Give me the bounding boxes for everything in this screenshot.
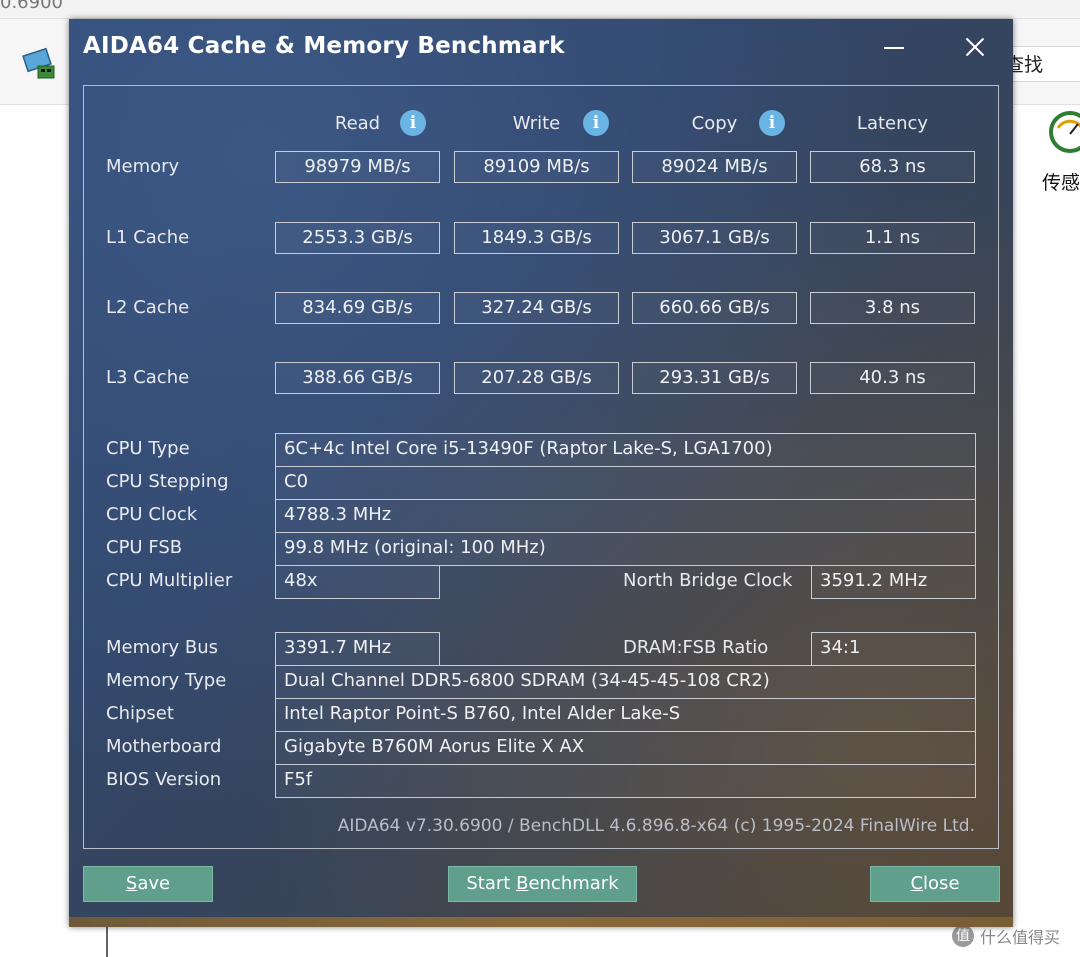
cpu-stepping-label: CPU Stepping — [106, 471, 229, 492]
l3-read-value: 388.66 GB/s — [275, 362, 440, 394]
north-bridge-clock-value: 3591.2 MHz — [811, 565, 976, 599]
motherboard-label: Motherboard — [106, 736, 222, 757]
l1-latency-value: 1.1 ns — [810, 222, 975, 254]
bios-version-value: F5f — [275, 764, 976, 798]
write-info-icon[interactable]: i — [583, 110, 609, 136]
row-label-l1-cache: L1 Cache — [106, 227, 190, 248]
watermark-icon: 值 — [952, 925, 974, 947]
minimize-icon[interactable] — [876, 29, 912, 65]
l2-copy-value: 660.66 GB/s — [632, 292, 797, 324]
north-bridge-clock-label: North Bridge Clock — [623, 570, 793, 591]
l1-read-value: 2553.3 GB/s — [275, 222, 440, 254]
close-mnemonic: C — [910, 873, 924, 894]
start-benchmark-button[interactable]: Start Benchmark — [448, 866, 637, 902]
copy-info-icon[interactable]: i — [759, 110, 785, 136]
dram-fsb-ratio-label: DRAM:FSB Ratio — [623, 637, 769, 658]
row-label-l3-cache: L3 Cache — [106, 367, 190, 388]
l3-copy-value: 293.31 GB/s — [632, 362, 797, 394]
l2-latency-value: 3.8 ns — [810, 292, 975, 324]
row-label-memory: Memory — [106, 156, 180, 177]
memory-latency-value: 68.3 ns — [810, 151, 975, 183]
l2-read-value: 834.69 GB/s — [275, 292, 440, 324]
cpu-fsb-value: 99.8 MHz (original: 100 MHz) — [275, 532, 976, 566]
watermark-text: 什么值得买 — [980, 928, 1061, 947]
start-mnemonic: B — [516, 873, 529, 894]
start-label-pre: Start — [466, 873, 517, 894]
dialog-bottom-strip — [69, 917, 1013, 927]
l2-write-value: 327.24 GB/s — [454, 292, 619, 324]
start-label-rest: enchmark — [528, 873, 619, 894]
version-footer: AIDA64 v7.30.6900 / BenchDLL 4.6.896.8-x… — [337, 816, 975, 836]
cpu-multiplier-value: 48x — [275, 565, 440, 599]
sensor-gauge-icon[interactable] — [1046, 110, 1080, 162]
chipset-value: Intel Raptor Point-S B760, Intel Alder L… — [275, 698, 976, 732]
memory-bus-value: 3391.7 MHz — [275, 632, 440, 666]
memory-bus-label: Memory Bus — [106, 637, 219, 658]
l3-write-value: 207.28 GB/s — [454, 362, 619, 394]
memory-type-label: Memory Type — [106, 670, 227, 691]
save-mnemonic: S — [125, 873, 138, 894]
save-label: ave — [137, 873, 171, 894]
cpu-clock-value: 4788.3 MHz — [275, 499, 976, 533]
row-label-l2-cache: L2 Cache — [106, 297, 190, 318]
monitor-chip-icon[interactable] — [22, 46, 58, 82]
dialog-title: AIDA64 Cache & Memory Benchmark — [83, 33, 565, 59]
close-icon[interactable] — [957, 29, 993, 65]
save-button[interactable]: Save — [83, 866, 213, 902]
dram-fsb-ratio-value: 34:1 — [811, 632, 976, 666]
memory-write-value: 89109 MB/s — [454, 151, 619, 183]
l3-latency-value: 40.3 ns — [810, 362, 975, 394]
memory-type-value: Dual Channel DDR5-6800 SDRAM (34-45-45-1… — [275, 665, 976, 699]
memory-read-value: 98979 MB/s — [275, 151, 440, 183]
benchmark-dialog: AIDA64 Cache & Memory Benchmark Read i W… — [69, 19, 1013, 927]
chipset-label: Chipset — [106, 703, 174, 724]
l1-copy-value: 3067.1 GB/s — [632, 222, 797, 254]
read-info-icon[interactable]: i — [400, 110, 426, 136]
close-button[interactable]: Close — [870, 866, 1000, 902]
column-header-latency: Latency — [856, 113, 929, 134]
cpu-multiplier-label: CPU Multiplier — [106, 570, 233, 591]
sensor-label: 传感 — [1042, 172, 1080, 194]
motherboard-value: Gigabyte B760M Aorus Elite X AX — [275, 731, 976, 765]
cpu-type-label: CPU Type — [106, 438, 190, 459]
memory-copy-value: 89024 MB/s — [632, 151, 797, 183]
cpu-stepping-value: C0 — [275, 466, 976, 500]
watermark: 值 什么值得买 — [952, 924, 1060, 948]
background-top-text: 0.6900 — [0, 0, 63, 13]
bios-version-label: BIOS Version — [106, 769, 222, 790]
l1-write-value: 1849.3 GB/s — [454, 222, 619, 254]
close-label: lose — [923, 873, 960, 894]
cpu-fsb-label: CPU FSB — [106, 537, 183, 558]
background-top-bar: 0.6900 — [0, 0, 1080, 19]
cpu-type-value: 6C+4c Intel Core i5-13490F (Raptor Lake-… — [275, 433, 976, 467]
cpu-clock-label: CPU Clock — [106, 504, 198, 525]
